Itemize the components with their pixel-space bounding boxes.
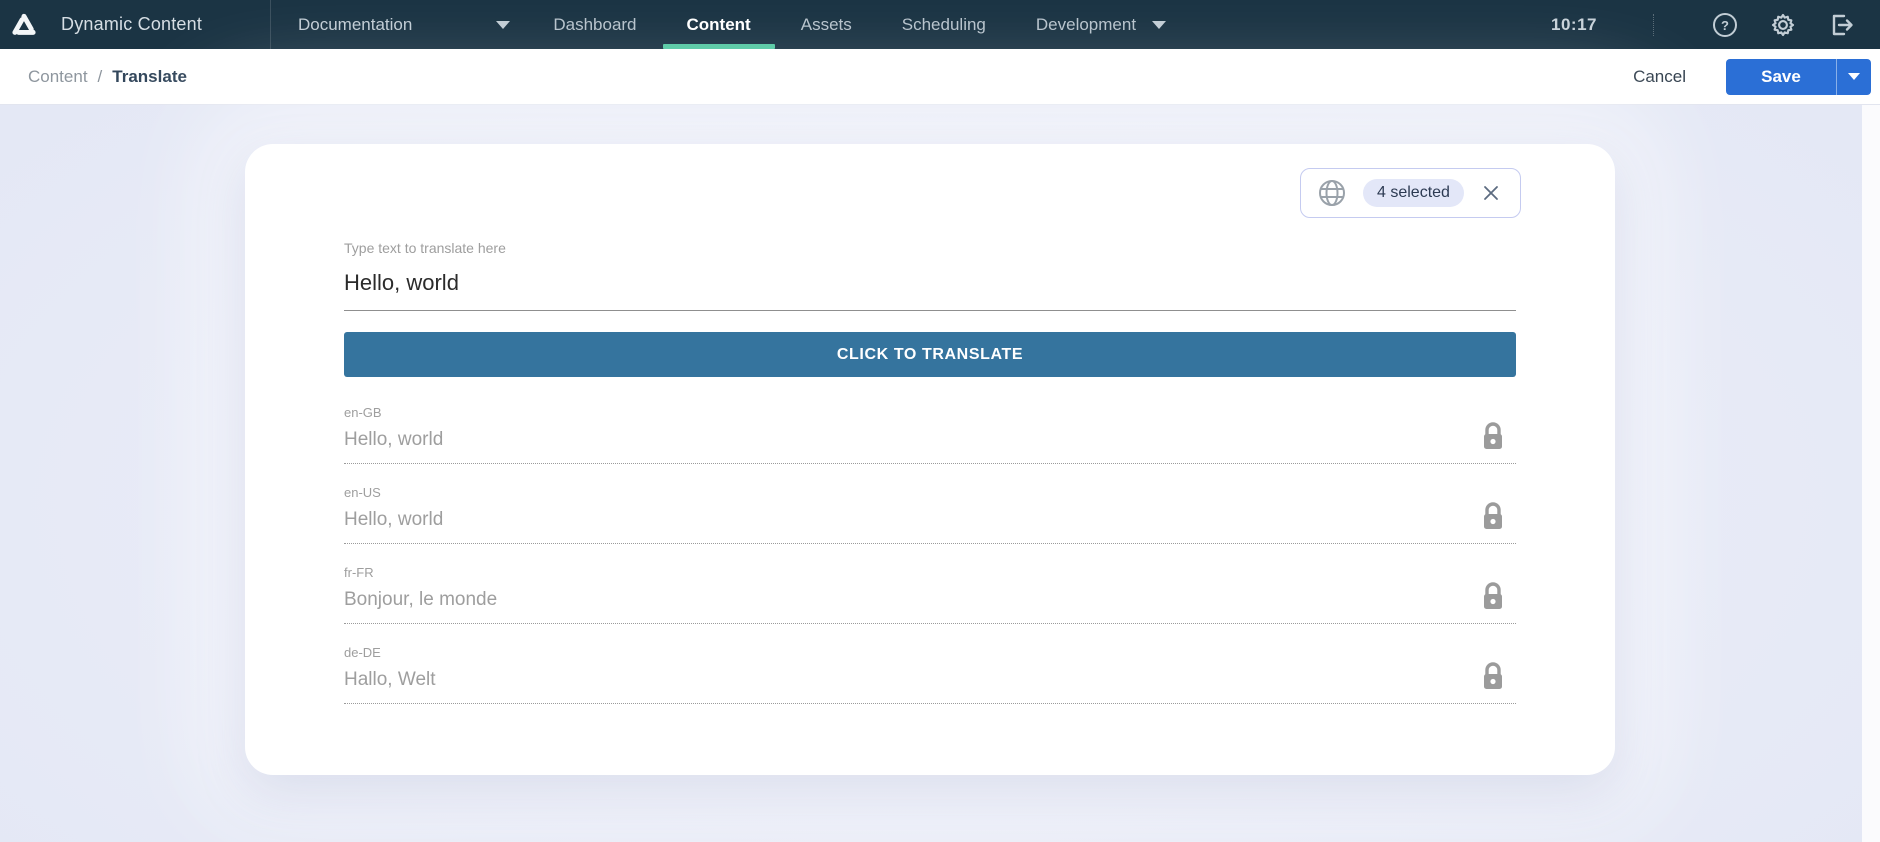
lock-icon[interactable]: [1480, 421, 1506, 453]
translation-value: Hello, world: [344, 429, 1516, 464]
locale-code-label: en-GB: [344, 405, 382, 420]
scrollbar-track[interactable]: [1862, 105, 1880, 842]
topbar-right-controls: 10:17 ?: [1551, 0, 1880, 49]
documentation-label: Documentation: [298, 14, 413, 34]
settings-gear-icon[interactable]: [1768, 10, 1798, 40]
vertical-divider: [1653, 13, 1654, 36]
locale-code-label: en-US: [344, 485, 381, 500]
tab-development[interactable]: Development: [1036, 0, 1167, 49]
translate-card: 4 selected Type text to translate here C…: [245, 144, 1615, 775]
top-navigation-bar: Dynamic Content Documentation Dashboard …: [0, 0, 1880, 49]
logout-icon[interactable]: [1826, 10, 1856, 40]
lock-icon[interactable]: [1480, 581, 1506, 613]
cancel-button[interactable]: Cancel: [1633, 67, 1686, 87]
locale-selector-chip[interactable]: 4 selected: [1300, 168, 1521, 218]
translation-row-de-DE: de-DE Hallo, Welt: [344, 645, 1516, 725]
main-tabs: Dashboard Content Assets Scheduling Deve…: [553, 0, 1216, 49]
clock: 10:17: [1551, 14, 1597, 34]
brand: Dynamic Content: [0, 0, 271, 49]
globe-icon: [1317, 178, 1347, 208]
page-title: Translate: [112, 66, 187, 86]
lock-icon[interactable]: [1480, 661, 1506, 693]
documentation-menu[interactable]: Documentation: [298, 0, 511, 49]
translation-value: Bonjour, le monde: [344, 589, 1516, 624]
translation-value: Hello, world: [344, 509, 1516, 544]
app-window: Dynamic Content Documentation Dashboard …: [0, 0, 1880, 842]
translation-results: en-GB Hello, world en-US Hello, world fr…: [344, 405, 1516, 725]
amplience-logo-icon: [9, 10, 39, 40]
page-toolbar: Content / Translate Cancel Save: [0, 49, 1880, 105]
translation-row-fr-FR: fr-FR Bonjour, le monde: [344, 565, 1516, 645]
locale-code-label: fr-FR: [344, 565, 374, 580]
toolbar-actions: Cancel Save: [1633, 58, 1871, 95]
tab-content[interactable]: Content: [662, 0, 775, 49]
chevron-down-icon: [1848, 73, 1860, 80]
breadcrumb-separator: /: [97, 66, 103, 86]
breadcrumb-content-link[interactable]: Content: [28, 67, 88, 87]
tab-assets[interactable]: Assets: [801, 0, 852, 49]
breadcrumb: Content / Translate: [28, 67, 187, 87]
chevron-down-icon: [1152, 20, 1167, 29]
locale-code-label: de-DE: [344, 645, 381, 660]
app-title: Dynamic Content: [61, 14, 203, 34]
translate-form: Type text to translate here CLICK TO TRA…: [344, 240, 1516, 725]
content-area: 4 selected Type text to translate here C…: [0, 105, 1880, 842]
source-text-label: Type text to translate here: [344, 240, 506, 256]
save-options-dropdown-button[interactable]: [1836, 58, 1871, 95]
help-icon[interactable]: ?: [1710, 10, 1740, 40]
close-icon[interactable]: [1480, 182, 1502, 204]
translate-button[interactable]: CLICK TO TRANSLATE: [344, 332, 1516, 377]
translation-row-en-US: en-US Hello, world: [344, 485, 1516, 565]
selected-locales-badge: 4 selected: [1363, 179, 1464, 207]
translation-value: Hallo, Welt: [344, 669, 1516, 704]
save-button-group: Save: [1726, 58, 1871, 95]
translation-row-en-GB: en-GB Hello, world: [344, 405, 1516, 485]
source-text-input[interactable]: [344, 266, 1516, 311]
lock-icon[interactable]: [1480, 501, 1506, 533]
tab-scheduling[interactable]: Scheduling: [902, 0, 986, 49]
svg-text:?: ?: [1721, 18, 1729, 33]
chevron-down-icon: [496, 20, 511, 29]
save-button[interactable]: Save: [1726, 58, 1836, 95]
tab-dashboard[interactable]: Dashboard: [553, 0, 636, 49]
